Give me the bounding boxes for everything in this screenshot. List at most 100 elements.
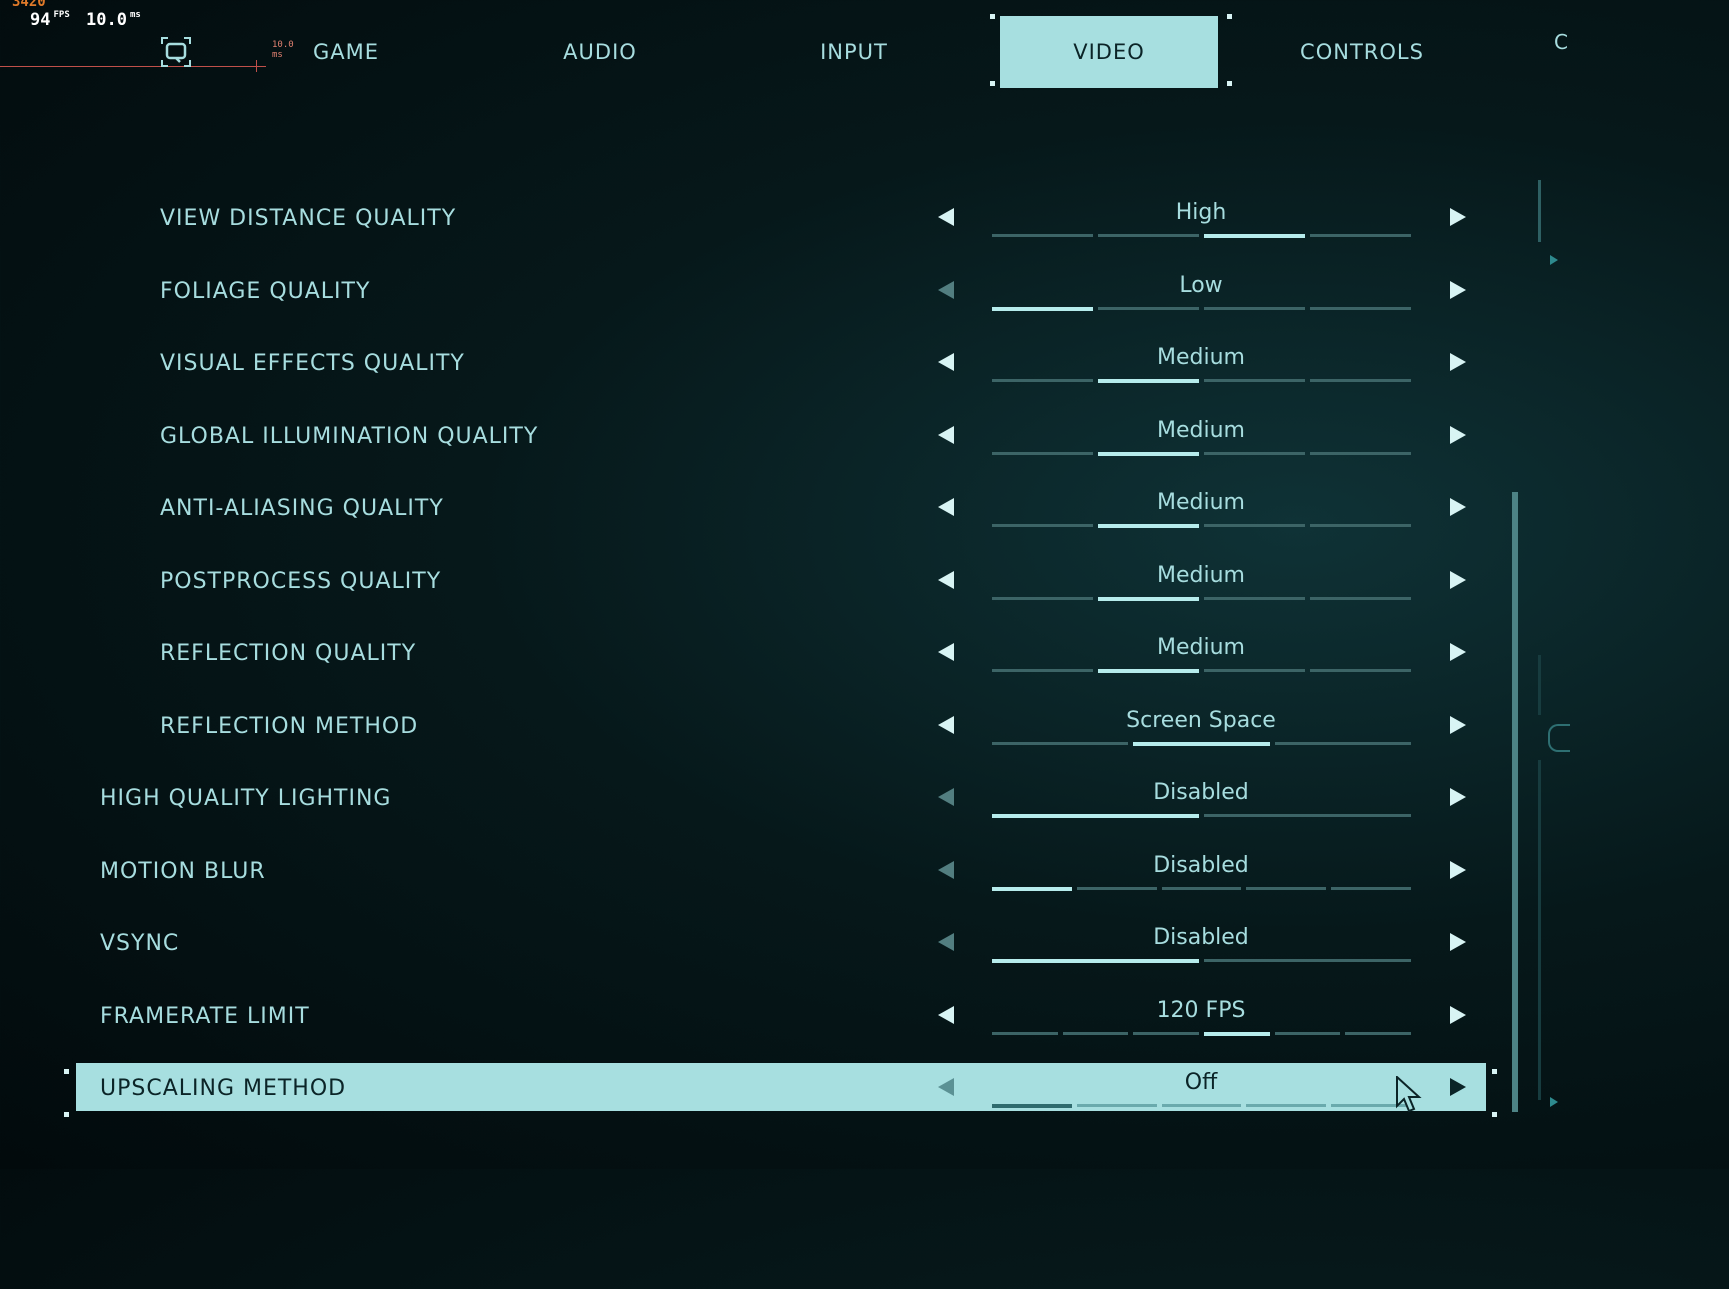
setting-value: Medium bbox=[1157, 562, 1245, 588]
scrollbar[interactable] bbox=[1512, 492, 1518, 1112]
option-segment bbox=[1161, 886, 1242, 890]
setting-label: GLOBAL ILLUMINATION QUALITY bbox=[160, 423, 539, 449]
tab-focus-corner bbox=[990, 14, 995, 19]
option-indicator bbox=[992, 1031, 1412, 1036]
option-segment bbox=[992, 451, 1093, 455]
option-segment bbox=[992, 1031, 1058, 1035]
arrow-right-icon[interactable] bbox=[1450, 208, 1466, 226]
q-key-prev-tab-icon[interactable] bbox=[158, 34, 192, 68]
option-segment bbox=[1133, 741, 1270, 746]
setting-row-framerate-limit[interactable]: FRAMERATE LIMIT 120 FPS bbox=[0, 994, 1568, 1044]
row-focus-corner bbox=[64, 1069, 69, 1074]
setting-row-postprocess-quality[interactable]: POSTPROCESS QUALITY Medium bbox=[0, 559, 1568, 609]
option-segment bbox=[1204, 306, 1305, 310]
arrow-left-icon[interactable] bbox=[938, 860, 954, 879]
option-segment bbox=[1161, 1104, 1242, 1107]
arrow-right-icon[interactable] bbox=[1450, 715, 1466, 734]
arrow-left-icon[interactable] bbox=[938, 498, 954, 516]
arrow-right-icon[interactable] bbox=[1450, 788, 1466, 806]
fps-value: 94 bbox=[30, 10, 51, 30]
setting-row-reflection-quality[interactable]: REFLECTION QUALITY Medium bbox=[0, 631, 1568, 681]
setting-label: UPSCALING METHOD bbox=[100, 1076, 347, 1101]
setting-label: ANTI-ALIASING QUALITY bbox=[160, 496, 444, 521]
arrow-right-icon[interactable] bbox=[1450, 498, 1466, 516]
arrow-right-icon[interactable] bbox=[1450, 643, 1466, 661]
option-indicator bbox=[992, 886, 1411, 891]
arrow-left-icon[interactable] bbox=[938, 1078, 954, 1096]
option-segment bbox=[1204, 379, 1305, 382]
option-indicator bbox=[992, 1104, 1411, 1108]
option-segment bbox=[1204, 814, 1411, 817]
arrow-left-icon[interactable] bbox=[938, 353, 954, 371]
setting-row-visual-effects-quality[interactable]: VISUAL EFFECTS QUALITY Medium bbox=[0, 341, 1568, 391]
setting-value: High bbox=[1175, 200, 1227, 225]
arrow-left-icon[interactable] bbox=[938, 933, 954, 951]
option-segment bbox=[1098, 306, 1199, 310]
option-segment bbox=[1310, 306, 1411, 310]
setting-value: Medium bbox=[1157, 417, 1245, 443]
setting-row-vsync[interactable]: VSYNC Disabled bbox=[0, 921, 1568, 971]
setting-label: VSYNC bbox=[100, 931, 180, 956]
arrow-left-icon[interactable] bbox=[938, 208, 954, 226]
arrow-left-icon[interactable] bbox=[938, 715, 954, 734]
side-arrow-icon bbox=[1550, 255, 1558, 265]
option-segment bbox=[992, 814, 1199, 818]
option-segment bbox=[1345, 1031, 1412, 1035]
arrow-right-icon[interactable] bbox=[1450, 933, 1466, 951]
arrow-right-icon[interactable] bbox=[1450, 1005, 1466, 1024]
tab-focus-corner bbox=[1227, 81, 1232, 86]
arrow-left-icon[interactable] bbox=[938, 1005, 954, 1024]
tab-input[interactable]: INPUT bbox=[745, 16, 963, 88]
arrow-right-icon[interactable] bbox=[1450, 860, 1466, 879]
option-indicator bbox=[992, 524, 1411, 528]
setting-value: Screen Space bbox=[1126, 707, 1276, 733]
setting-row-motion-blur[interactable]: MOTION BLUR Disabled bbox=[0, 849, 1568, 899]
option-indicator bbox=[992, 306, 1411, 311]
tab-audio[interactable]: AUDIO bbox=[491, 16, 709, 88]
tab-focus-corner bbox=[990, 81, 995, 86]
tab-video[interactable]: VIDEO bbox=[1000, 16, 1218, 88]
arrow-right-icon[interactable] bbox=[1450, 353, 1466, 371]
option-segment bbox=[992, 741, 1129, 745]
option-segment bbox=[1098, 379, 1199, 383]
setting-label: REFLECTION QUALITY bbox=[160, 641, 417, 666]
side-decoration bbox=[1538, 655, 1541, 715]
setting-label: VISUAL EFFECTS QUALITY bbox=[160, 351, 465, 376]
arrow-right-icon[interactable] bbox=[1450, 570, 1466, 589]
option-segment bbox=[1204, 524, 1305, 527]
setting-row-upscaling-method[interactable]: UPSCALING METHOD Off bbox=[0, 1066, 1568, 1116]
row-focus-corner bbox=[1492, 1069, 1497, 1074]
setting-row-reflection-method[interactable]: REFLECTION METHOD Screen Space bbox=[0, 704, 1568, 754]
option-segment bbox=[1246, 1104, 1327, 1107]
frametime-graph bbox=[0, 66, 266, 67]
hud-top-value: 3420 bbox=[12, 0, 46, 10]
setting-label: POSTPROCESS QUALITY bbox=[160, 568, 442, 594]
arrow-left-icon[interactable] bbox=[938, 643, 954, 661]
setting-row-high-quality-lighting[interactable]: HIGH QUALITY LIGHTING Disabled bbox=[0, 776, 1568, 826]
arrow-left-icon[interactable] bbox=[938, 425, 954, 444]
setting-label: HIGH QUALITY LIGHTING bbox=[100, 786, 392, 811]
option-segment bbox=[1204, 959, 1411, 962]
setting-value: 120 FPS bbox=[1156, 997, 1246, 1023]
option-segment bbox=[1310, 669, 1411, 672]
fps-unit: FPS bbox=[53, 10, 70, 20]
setting-row-anti-aliasing-quality[interactable]: ANTI-ALIASING QUALITY Medium bbox=[0, 486, 1568, 536]
tab-controls[interactable]: CONTROLS bbox=[1253, 16, 1471, 88]
arrow-right-icon[interactable] bbox=[1450, 425, 1466, 444]
arrow-right-icon[interactable] bbox=[1450, 1078, 1466, 1096]
option-indicator bbox=[992, 741, 1411, 746]
arrow-left-icon[interactable] bbox=[938, 280, 954, 299]
partial-next-tab[interactable]: C bbox=[1554, 30, 1568, 54]
setting-row-foliage-quality[interactable]: FOLIAGE QUALITY Low bbox=[0, 269, 1568, 319]
tab-game[interactable]: GAME bbox=[237, 16, 455, 88]
setting-value: Medium bbox=[1157, 490, 1245, 515]
setting-label: REFLECTION METHOD bbox=[160, 713, 419, 739]
option-segment bbox=[992, 669, 1093, 672]
setting-row-view-distance-quality[interactable]: VIEW DISTANCE QUALITY High bbox=[0, 196, 1568, 246]
arrow-right-icon[interactable] bbox=[1450, 280, 1466, 299]
arrow-left-icon[interactable] bbox=[938, 570, 954, 589]
setting-row-global-illumination-quality[interactable]: GLOBAL ILLUMINATION QUALITY Medium bbox=[0, 414, 1568, 464]
setting-label: MOTION BLUR bbox=[100, 858, 266, 884]
arrow-left-icon[interactable] bbox=[938, 788, 954, 806]
side-panel-handle[interactable] bbox=[1548, 724, 1570, 752]
